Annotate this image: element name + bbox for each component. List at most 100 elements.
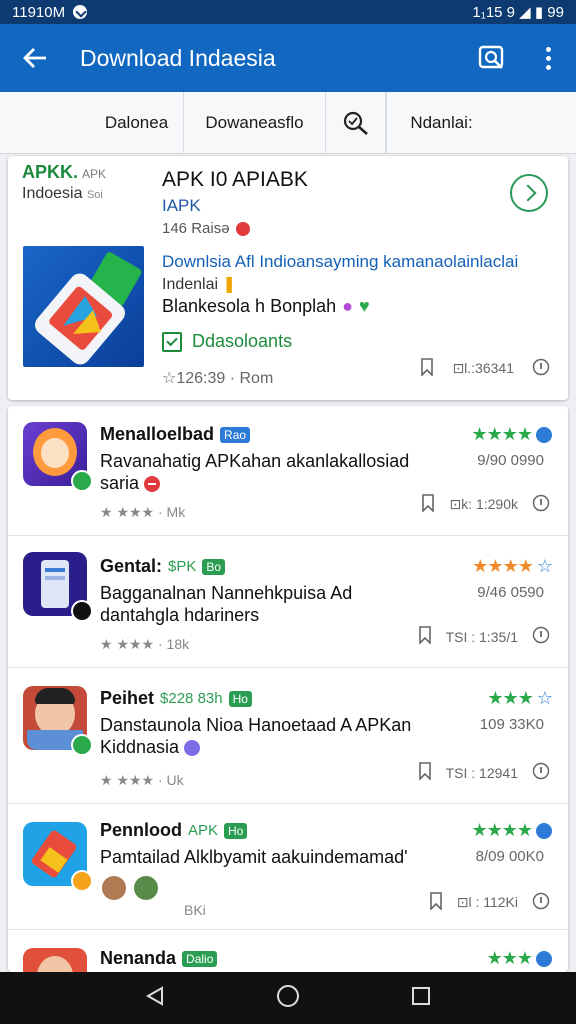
scan-search-button[interactable]	[464, 24, 520, 92]
app-list: Menalloelbad Rao Ravanahatig APKahan aka…	[8, 406, 568, 972]
app-tag: Ho	[228, 690, 252, 707]
featured-description: Blankesola h Bonplah ● ♥	[162, 296, 370, 316]
app-price: $PK	[168, 558, 197, 575]
green-heart-icon: ♥	[359, 296, 370, 316]
app-tag: Bo	[202, 558, 226, 575]
app-rating-meta: BKi	[184, 902, 206, 918]
nav-home-button[interactable]	[275, 983, 301, 1014]
status-time: 11910M	[12, 3, 66, 21]
app-date: 109 33K0	[479, 716, 544, 733]
tab-ndanlai[interactable]: Ndanlai:	[386, 91, 496, 154]
star-outline-icon[interactable]: ☆	[537, 688, 553, 708]
triangle-back-icon	[146, 985, 164, 1006]
bookmark-icon[interactable]	[420, 358, 434, 379]
app-date: 9/46 0590	[477, 584, 544, 601]
app-price: APK	[188, 822, 219, 839]
star-outline-icon[interactable]: ☆	[537, 556, 553, 576]
check-icon	[162, 331, 182, 352]
app-tag: Rao	[220, 426, 251, 443]
featured-app-subtitle: IAPK	[162, 196, 201, 215]
featured-app-title: APK I0 APIABK	[162, 168, 308, 191]
app-date: 8/09 00K0	[475, 848, 544, 865]
app-price: $228 83h	[160, 690, 223, 707]
featured-rating: 146 Raisə	[162, 220, 250, 237]
hot-badge-icon	[235, 221, 250, 236]
app-rating-meta: ★ ★★★ · Mk	[100, 504, 186, 520]
info-icon[interactable]	[532, 892, 550, 913]
app-action-stat: ⊡k: 1:290k	[449, 496, 518, 512]
star-rating: ★★★★	[472, 556, 534, 576]
tab-spacer	[0, 92, 90, 154]
square-recents-icon	[411, 986, 430, 1005]
verified-icon	[536, 427, 552, 444]
app-date: 9/90 0990	[477, 452, 544, 469]
list-item[interactable]: Menalloelbad Rao Ravanahatig APKahan aka…	[8, 406, 568, 536]
featured-actions: ⊡l.:36341	[420, 358, 550, 379]
app-description: Danstaunola Nioa Hanoetaad A APKan Kiddn…	[100, 715, 412, 757]
app-name: Menalloelbad	[100, 424, 215, 444]
star-rating: ★★★★	[471, 424, 533, 444]
verified-icon	[536, 823, 552, 840]
back-arrow-icon	[23, 48, 46, 68]
app-name: Pennlood	[100, 820, 182, 840]
app-rating-meta: ★ ★★★ · Uk	[100, 772, 184, 788]
open-arrow-icon[interactable]	[510, 174, 548, 212]
app-name: Peihet	[100, 688, 155, 708]
app-icon	[23, 686, 93, 756]
system-nav-bar	[0, 972, 576, 1024]
app-tag: Ho	[224, 822, 248, 839]
search-icon	[343, 111, 368, 135]
tab-dowaneasflo[interactable]: Dowaneasflo	[184, 91, 326, 154]
featured-action-stat: ⊡l.:36341	[452, 360, 514, 376]
tab-bar: Dalonea Dowaneasflo Ndanlai:	[0, 91, 576, 154]
avatar	[132, 874, 160, 902]
list-item[interactable]: Gental: $PK Bo Bagganalnan Nannehkpuisa …	[8, 536, 568, 668]
list-item[interactable]: Pennlood APK Ho Pamtailad Alklbyamit aak…	[8, 804, 568, 930]
brand-logo: APKK. APK Indoesia Soi	[22, 162, 107, 202]
app-name: Gental:	[100, 556, 163, 576]
featured-stats: ☆126:39 · Rom	[162, 370, 274, 387]
nav-back-button[interactable]	[144, 985, 166, 1012]
app-action-stat: TSI : 1:35/1	[445, 628, 518, 645]
tab-dalonea[interactable]: Dalonea	[90, 91, 184, 154]
featured-download-link[interactable]: Downlsia Afl Indioansayming kamanaolainl…	[162, 252, 518, 272]
bookmark-icon[interactable]	[418, 762, 432, 783]
info-icon[interactable]	[532, 626, 550, 647]
app-bar: Download Indaesia	[0, 24, 576, 92]
scan-search-icon	[478, 45, 504, 69]
star-rating: ★★★	[486, 948, 533, 968]
featured-app-card[interactable]: APKK. APK Indoesia Soi APK I0 APIABK IAPK…	[8, 156, 568, 400]
featured-verified[interactable]: Ddasoloants	[162, 331, 292, 352]
info-icon[interactable]	[532, 358, 550, 379]
bookmark-icon[interactable]	[421, 494, 435, 515]
back-button[interactable]	[0, 24, 70, 92]
circle-home-icon	[276, 984, 299, 1007]
list-item[interactable]: Peihet $228 83h Ho Danstaunola Nioa Hano…	[8, 668, 568, 804]
purple-heart-icon: ●	[342, 296, 354, 316]
avatar	[100, 874, 128, 902]
page-title: Download Indaesia	[80, 44, 276, 71]
notification-icon	[73, 5, 88, 19]
app-tag: Dalio	[182, 950, 218, 967]
app-name: Nenanda	[100, 948, 177, 968]
more-vert-icon	[545, 46, 551, 70]
more-options-button[interactable]	[520, 24, 576, 92]
app-rating-meta: ★ ★★★ · 18k	[100, 636, 190, 652]
app-description: Bagganalnan Nannehkpuisa Ad dantahgla hd…	[100, 583, 353, 625]
remove-icon[interactable]	[144, 476, 161, 493]
nav-recents-button[interactable]	[410, 985, 432, 1012]
user-avatars	[100, 874, 160, 902]
app-icon	[23, 422, 93, 492]
bookmark-icon[interactable]	[418, 626, 432, 647]
featured-region: Indenlai ❚	[162, 276, 236, 293]
info-icon[interactable]	[532, 762, 550, 783]
tab-search[interactable]	[326, 91, 386, 154]
bookmark-icon[interactable]	[429, 892, 443, 913]
verified-icon	[184, 740, 201, 757]
app-action-stat: TSI : 12941	[445, 764, 518, 781]
star-rating: ★★★★	[471, 820, 533, 840]
featured-app-image	[23, 246, 144, 367]
list-item[interactable]: Nenanda Dalio ★★★	[8, 930, 568, 972]
info-icon[interactable]	[532, 494, 550, 515]
app-icon	[23, 822, 93, 892]
